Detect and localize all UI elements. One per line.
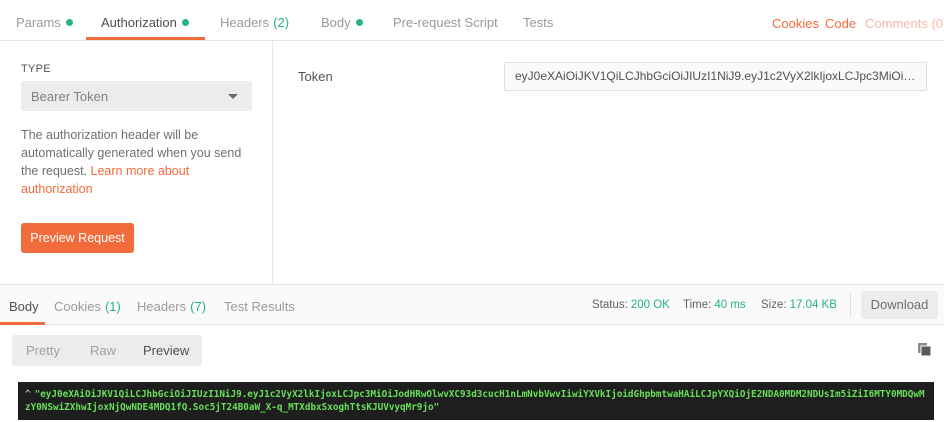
tab-count: (7) xyxy=(190,299,207,314)
tab-label: Headers xyxy=(137,299,187,314)
size-value: 17.04 KB xyxy=(789,299,837,311)
time-label: Time: xyxy=(683,299,712,311)
response-body-text: "eyJ0eXAiOiJKV1QiLCJhbGciOiJIUzI1NiJ9.ey… xyxy=(25,389,925,413)
tab-body[interactable]: Body xyxy=(321,0,363,40)
view-pretty-button[interactable]: Pretty xyxy=(26,335,60,366)
tab-response-cookies[interactable]: Cookies (1) xyxy=(54,285,121,325)
request-tab-bar: Params Authorization Headers (2) Body Pre… xyxy=(0,0,944,41)
auth-description: The authorization header will be automat… xyxy=(21,126,253,198)
response-body-code[interactable]: ^ "eyJ0eXAiOiJKV1QiLCJhbGciOiJIUzI1NiJ9.e… xyxy=(18,382,934,420)
status-value: 200 OK xyxy=(630,299,670,311)
type-label: TYPE xyxy=(21,63,51,75)
tab-label: Params xyxy=(16,15,61,30)
time-value: 40 ms xyxy=(714,299,746,311)
tab-count: (2) xyxy=(273,15,290,30)
tab-authorization[interactable]: Authorization xyxy=(101,0,189,40)
tab-pre-request-script[interactable]: Pre-request Script xyxy=(393,0,498,40)
status-dot-icon xyxy=(355,19,363,26)
tab-count: (1) xyxy=(104,299,121,314)
collapse-arrow-icon[interactable]: ^ xyxy=(25,389,31,400)
tab-response-body[interactable]: Body xyxy=(9,285,39,325)
tab-label: Authorization xyxy=(101,15,177,30)
size-readout: Size: 17.04 KB xyxy=(761,285,837,325)
tab-test-results[interactable]: Test Results xyxy=(224,285,295,325)
cookies-link[interactable]: Cookies xyxy=(772,0,819,40)
status-dot-icon xyxy=(65,19,73,26)
token-label: Token xyxy=(298,69,333,84)
active-tab-indicator xyxy=(86,37,205,40)
tab-label: Headers xyxy=(220,15,270,30)
view-mode-group: Pretty Raw Preview xyxy=(12,335,202,366)
tab-tests[interactable]: Tests xyxy=(523,0,553,40)
status-label: Status: xyxy=(592,299,628,311)
token-input[interactable]: eyJ0eXAiOiJKV1QiLCJhbGciOiJIUzI1NiJ9.eyJ… xyxy=(504,62,927,91)
size-label: Size: xyxy=(761,299,787,311)
time-readout: Time: 40 ms xyxy=(683,285,746,325)
view-preview-button[interactable]: Preview xyxy=(143,335,189,366)
tab-label: Pre-request Script xyxy=(393,15,498,30)
tab-headers[interactable]: Headers (2) xyxy=(220,0,289,40)
tab-response-headers[interactable]: Headers (7) xyxy=(137,285,206,325)
auth-type-value: Bearer Token xyxy=(31,89,109,104)
response-tab-bar: Body Cookies (1) Headers (7) Test Results … xyxy=(0,284,944,325)
active-tab-indicator xyxy=(0,322,45,325)
tab-label: Tests xyxy=(523,15,554,30)
tab-label: Body xyxy=(321,15,351,30)
auth-type-select[interactable]: Bearer Token xyxy=(21,81,252,111)
view-raw-button[interactable]: Raw xyxy=(90,335,116,366)
divider xyxy=(850,293,851,318)
auth-type-panel: TYPE Bearer Token The authorization head… xyxy=(0,41,273,284)
comments-link[interactable]: Comments (0) xyxy=(865,0,944,40)
status-readout: Status: 200 OK xyxy=(592,285,670,325)
tab-label: Cookies xyxy=(54,299,101,314)
tab-label: Body xyxy=(9,299,39,314)
tab-label: Test Results xyxy=(224,299,295,314)
status-dot-icon xyxy=(181,19,189,26)
copy-icon[interactable] xyxy=(917,342,932,357)
code-link[interactable]: Code xyxy=(825,0,856,40)
tab-params[interactable]: Params xyxy=(16,0,73,40)
preview-request-button[interactable]: Preview Request xyxy=(21,223,134,253)
download-button[interactable]: Download xyxy=(861,291,938,319)
caret-down-icon xyxy=(228,94,238,99)
